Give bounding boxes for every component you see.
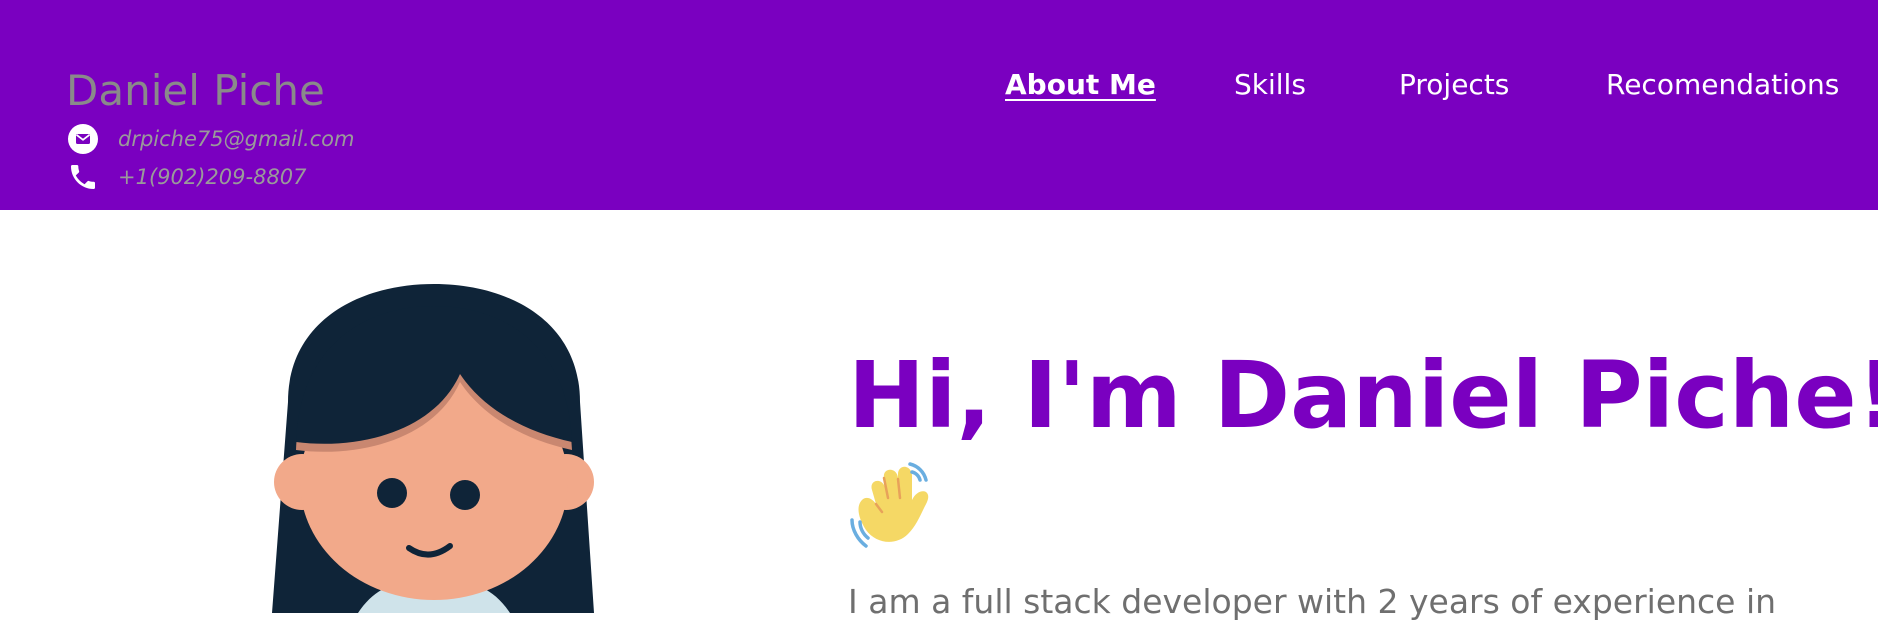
nav-about-me[interactable]: About Me bbox=[1005, 68, 1156, 108]
phone-icon bbox=[66, 160, 100, 194]
phone-contact[interactable]: +1(902)209-8807 bbox=[66, 160, 307, 194]
waving-hand-icon bbox=[848, 460, 940, 552]
nav-projects[interactable]: Projects bbox=[1399, 68, 1509, 108]
site-owner-name: Daniel Piche bbox=[66, 66, 325, 115]
hero-title: Hi, I'm Daniel Piche! bbox=[848, 342, 1878, 449]
nav-recomendations[interactable]: Recomendations bbox=[1606, 68, 1839, 108]
top-header: Daniel Piche drpiche75@gmail.com +1(902)… bbox=[0, 0, 1878, 210]
email-icon bbox=[66, 122, 100, 156]
phone-number[interactable]: +1(902)209-8807 bbox=[118, 165, 307, 189]
email-address[interactable]: drpiche75@gmail.com bbox=[118, 127, 354, 151]
email-contact[interactable]: drpiche75@gmail.com bbox=[66, 122, 354, 156]
nav-skills[interactable]: Skills bbox=[1234, 68, 1306, 108]
intro-paragraph: I am a full stack developer with 2 years… bbox=[848, 582, 1777, 621]
avatar-illustration bbox=[268, 282, 602, 613]
